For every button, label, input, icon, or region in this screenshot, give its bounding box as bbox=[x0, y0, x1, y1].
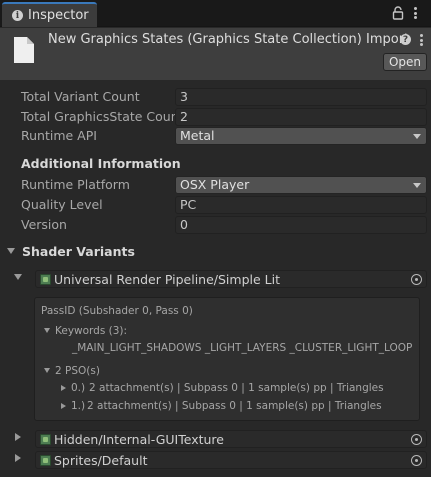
quality-level-label: Quality Level bbox=[21, 197, 103, 212]
runtime-api-label: Runtime API bbox=[21, 128, 97, 143]
shader-expand-arrow-icon[interactable] bbox=[15, 433, 21, 441]
keywords-foldout-arrow-icon[interactable] bbox=[44, 328, 50, 333]
pso-foldout-arrow-icon[interactable] bbox=[44, 368, 50, 373]
keywords-label[interactable]: Keywords (3): bbox=[55, 325, 127, 337]
runtime-platform-dropdown[interactable]: OSX Player bbox=[175, 176, 427, 194]
runtime-platform-label: Runtime Platform bbox=[21, 177, 130, 192]
additional-information-heading: Additional Information bbox=[21, 156, 181, 171]
total-graphicsstate-count-label: Total GraphicsState Count bbox=[21, 109, 184, 124]
tab-label: Inspector bbox=[28, 8, 89, 23]
help-icon[interactable]: ? bbox=[400, 34, 411, 45]
total-variant-count-field[interactable]: 3 bbox=[175, 88, 427, 106]
object-picker-icon[interactable] bbox=[411, 434, 422, 445]
pso-index: 0.) bbox=[71, 382, 86, 394]
shader-object-field[interactable]: Universal Render Pipeline/Simple Lit bbox=[35, 270, 427, 288]
pso-label[interactable]: 2 PSO(s) bbox=[55, 365, 100, 377]
version-field[interactable]: 0 bbox=[175, 216, 427, 234]
shader-name: Hidden/Internal-GUITexture bbox=[54, 432, 224, 447]
pso-expand-arrow-icon[interactable] bbox=[61, 385, 66, 391]
shader-variants-foldout-arrow-icon[interactable] bbox=[7, 248, 15, 254]
open-button[interactable]: Open bbox=[383, 53, 427, 71]
tab-inspector[interactable]: i Inspector bbox=[2, 2, 97, 27]
asset-title: New Graphics States (Graphics State Coll… bbox=[48, 32, 410, 47]
shader-icon bbox=[40, 434, 51, 445]
shader-icon bbox=[40, 274, 51, 285]
shader-name: Sprites/Default bbox=[54, 453, 148, 468]
runtime-platform-value: OSX Player bbox=[180, 177, 250, 192]
header-menu-icon[interactable] bbox=[418, 33, 424, 47]
shader-name: Universal Render Pipeline/Simple Lit bbox=[54, 272, 280, 287]
keywords-list: _MAIN_LIGHT_SHADOWS _LIGHT_LAYERS _CLUST… bbox=[72, 342, 413, 354]
tab-bar: i Inspector bbox=[0, 0, 431, 27]
lock-icon[interactable] bbox=[392, 6, 404, 20]
object-picker-icon[interactable] bbox=[411, 455, 422, 466]
pso-summary: 2 attachment(s) | Subpass 0 | 1 sample(s… bbox=[87, 400, 382, 412]
asset-header: New Graphics States (Graphics State Coll… bbox=[0, 28, 431, 80]
shader-object-field[interactable]: Sprites/Default bbox=[35, 451, 427, 469]
pso-index: 1.) bbox=[71, 400, 86, 412]
pso-expand-arrow-icon[interactable] bbox=[61, 403, 66, 409]
shader-icon bbox=[40, 455, 51, 466]
shader-expand-arrow-icon[interactable] bbox=[15, 454, 21, 462]
shader-variants-heading[interactable]: Shader Variants bbox=[22, 244, 135, 259]
total-variant-count-label: Total Variant Count bbox=[21, 89, 140, 104]
pso-summary: 2 attachment(s) | Subpass 0 | 1 sample(s… bbox=[89, 382, 384, 394]
runtime-api-dropdown[interactable]: Metal bbox=[175, 127, 427, 145]
tab-menu-icon[interactable] bbox=[412, 5, 418, 21]
info-icon: i bbox=[12, 10, 23, 21]
shader-object-field[interactable]: Hidden/Internal-GUITexture bbox=[35, 430, 427, 448]
dropdown-arrow-icon bbox=[413, 183, 421, 188]
dropdown-arrow-icon bbox=[413, 134, 421, 139]
quality-level-field[interactable]: PC bbox=[175, 196, 427, 214]
version-label: Version bbox=[21, 217, 67, 232]
file-icon bbox=[14, 37, 34, 63]
total-graphicsstate-count-field[interactable]: 2 bbox=[175, 108, 427, 126]
object-picker-icon[interactable] bbox=[411, 274, 422, 285]
pass-id-label: PassID (Subshader 0, Pass 0) bbox=[41, 305, 193, 317]
shader-expand-arrow-icon[interactable] bbox=[14, 274, 22, 280]
runtime-api-value: Metal bbox=[180, 128, 215, 143]
